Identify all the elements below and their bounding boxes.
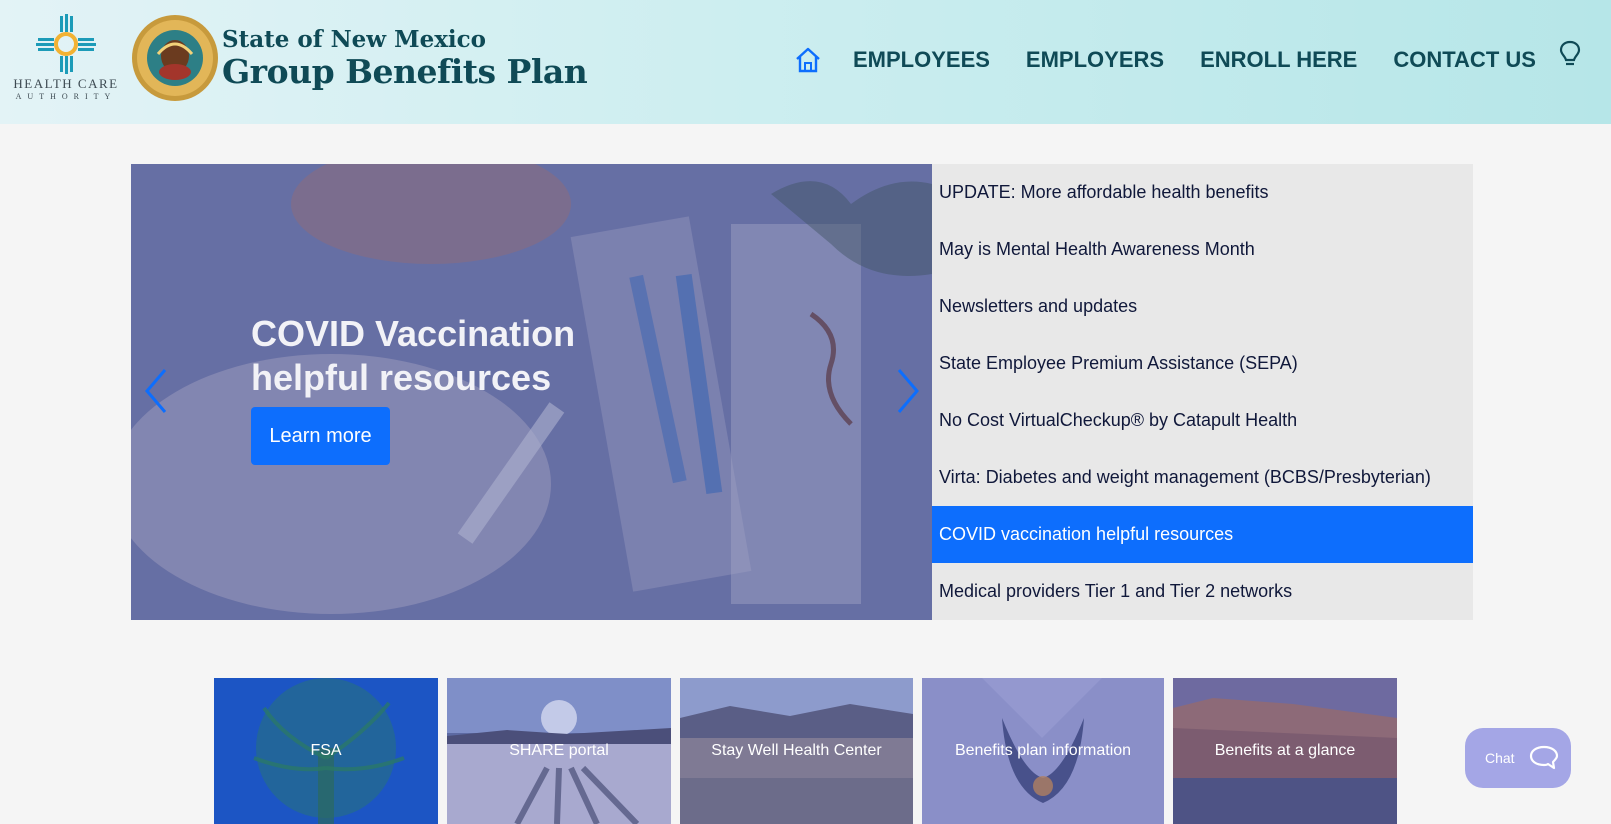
nav-employers[interactable]: EMPLOYERS xyxy=(1026,47,1164,73)
health-care-authority-logo[interactable]: HEALTH CARE AUTHORITY xyxy=(12,14,120,104)
chevron-right-icon[interactable] xyxy=(893,366,923,416)
slide-link-sepa[interactable]: State Employee Premium Assistance (SEPA) xyxy=(932,335,1473,392)
carousel-slide-list: UPDATE: More affordable health benefits … xyxy=(932,164,1473,620)
site-header: HEALTH CARE AUTHORITY State of New Mexic… xyxy=(0,0,1611,124)
slide-link-update-benefits[interactable]: UPDATE: More affordable health benefits xyxy=(932,164,1473,221)
slide-title: COVID Vaccination helpful resources xyxy=(251,313,576,398)
chat-button[interactable]: Chat xyxy=(1465,728,1571,788)
slide-link-newsletters[interactable]: Newsletters and updates xyxy=(932,278,1473,335)
tile-fsa[interactable]: FSA xyxy=(214,678,438,824)
site-title-line1: State of New Mexico xyxy=(222,26,486,53)
tile-share-portal[interactable]: SHARE portal xyxy=(447,678,671,824)
learn-more-button[interactable]: Learn more xyxy=(251,407,390,465)
slide-link-virtual-checkup[interactable]: No Cost VirtualCheckup® by Catapult Heal… xyxy=(932,392,1473,449)
chevron-left-icon[interactable] xyxy=(141,366,171,416)
chat-label: Chat xyxy=(1485,750,1515,766)
hca-name-line2: AUTHORITY xyxy=(15,92,117,101)
chat-bubble-icon xyxy=(1529,745,1558,770)
zia-sun-icon xyxy=(36,14,96,74)
slide-link-covid-vaccination[interactable]: COVID vaccination helpful resources xyxy=(932,506,1473,563)
nav-employees[interactable]: EMPLOYEES xyxy=(853,47,990,73)
slide-link-virta[interactable]: Virta: Diabetes and weight management (B… xyxy=(932,449,1473,506)
lightbulb-icon[interactable] xyxy=(1558,40,1582,70)
slide-link-medical-providers[interactable]: Medical providers Tier 1 and Tier 2 netw… xyxy=(932,563,1473,620)
nav-contact-us[interactable]: CONTACT US xyxy=(1393,47,1536,73)
tile-stay-well[interactable]: Stay Well Health Center xyxy=(680,678,913,824)
nav-enroll-here[interactable]: ENROLL HERE xyxy=(1200,47,1357,73)
hca-name-line1: HEALTH CARE xyxy=(13,76,119,91)
tile-benefits-at-a-glance-label: Benefits at a glance xyxy=(1214,742,1356,759)
main-nav: EMPLOYEES EMPLOYERS ENROLL HERE CONTACT … xyxy=(793,40,1536,80)
home-icon[interactable] xyxy=(793,45,823,75)
tile-benefits-plan-info-label: Benefits plan information xyxy=(954,742,1132,759)
tile-benefits-at-a-glance[interactable]: Benefits at a glance xyxy=(1173,678,1397,824)
state-seal-icon xyxy=(130,14,220,102)
tile-fsa-label: FSA xyxy=(310,742,342,759)
tile-share-portal-label: SHARE portal xyxy=(509,742,609,759)
tile-benefits-plan-info[interactable]: Benefits plan information xyxy=(922,678,1164,824)
site-title-line2[interactable]: Group Benefits Plan xyxy=(222,52,588,91)
slide-link-mental-health[interactable]: May is Mental Health Awareness Month xyxy=(932,221,1473,278)
tile-stay-well-label: Stay Well Health Center xyxy=(711,742,882,759)
hero-carousel: COVID Vaccination helpful resources Lear… xyxy=(131,164,932,620)
